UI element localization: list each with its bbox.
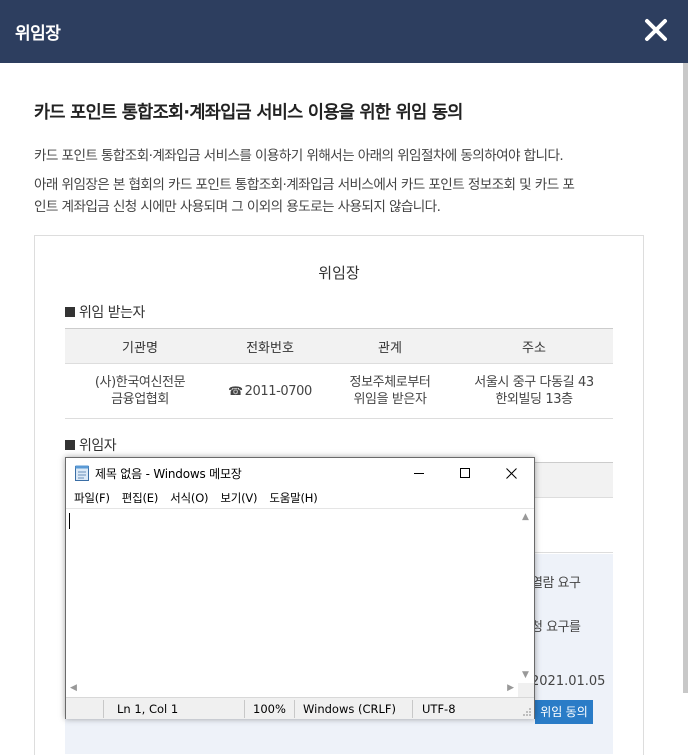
status-separator (103, 700, 104, 718)
close-icon (645, 19, 667, 41)
menu-format[interactable]: 서식(O) (164, 488, 214, 508)
column-relation: 관계 (325, 328, 455, 364)
status-zoom: 100% (253, 702, 286, 716)
close-icon (505, 467, 517, 479)
consent-button[interactable]: 위임 동의 (535, 700, 593, 724)
notepad-menubar: 파일(F) 편집(E) 서식(O) 보기(V) 도움말(H) (66, 488, 534, 508)
minimize-button[interactable] (396, 458, 442, 488)
resize-grip-icon[interactable] (522, 707, 532, 717)
section-delegatee-label: 위임 받는자 (79, 305, 145, 321)
text-caret (69, 513, 70, 529)
address-line2: 한외빌딩 13층 (495, 392, 573, 407)
status-encoding: UTF-8 (422, 702, 456, 716)
table-row: (사)한국여신전문 금융업협회 ☎ 2011-0700 정보주체로부터 위임을 받… (65, 363, 613, 419)
address-line1: 서울시 중구 다동길 43 (474, 375, 594, 390)
table-header-row: 기관명 전화번호 관계 주소 (65, 328, 613, 364)
notepad-close-button[interactable] (488, 458, 534, 488)
modal-header: 위임장 (0, 0, 688, 63)
column-org: 기관명 (65, 328, 215, 364)
status-line-ending: Windows (CRLF) (303, 702, 397, 716)
relation-line1: 정보주체로부터 (349, 375, 431, 390)
status-separator (244, 700, 245, 718)
delegatee-table: 기관명 전화번호 관계 주소 (사)한국여신전문 금융업협회 ☎ 2011-070… (65, 328, 613, 419)
column-phone: 전화번호 (215, 328, 325, 364)
square-bullet-icon (65, 440, 75, 450)
org-line2: 금융업협회 (111, 392, 169, 407)
close-button[interactable] (644, 17, 668, 43)
modal-scrollbar[interactable] (683, 63, 688, 693)
scrollbar-corner (518, 683, 534, 697)
consent-text-2: 청 요구를 (531, 620, 581, 635)
consent-date: 2021.01.05 (531, 674, 606, 689)
page-heading: 카드 포인트 통합조회·계좌입금 서비스 이용을 위한 위임 동의 (34, 103, 463, 123)
section-delegator-label: 위임자 (79, 438, 117, 454)
section-delegator: 위임자 (65, 435, 117, 455)
org-line1: (사)한국여신전문 (94, 375, 186, 390)
horizontal-scrollbar[interactable]: ◀ ▶ (66, 683, 518, 697)
notepad-text-area[interactable]: ▲ ▼ ◀ ▶ (66, 508, 534, 697)
phone-cell: ☎ 2011-0700 (215, 363, 325, 419)
notepad-window[interactable]: 제목 없음 - Windows 메모장 파일(F) 편집(E) 서식(O) 보기… (65, 457, 535, 719)
usage-paragraph: 아래 위임장은 본 협회의 카드 포인트 통합조회·계좌입금 서비스에서 카드 … (34, 174, 575, 218)
address-cell: 서울시 중구 다동길 43 한외빌딩 13층 (455, 363, 613, 419)
section-delegatee: 위임 받는자 (65, 302, 145, 322)
intro-paragraph: 카드 포인트 통합조회·계좌입금 서비스를 이용하기 위해서는 아래의 위임절차… (34, 148, 564, 164)
scroll-down-icon[interactable]: ▼ (522, 670, 529, 680)
menu-view[interactable]: 보기(V) (214, 488, 263, 508)
status-separator (412, 700, 413, 718)
vertical-scrollbar[interactable]: ▲ ▼ (518, 509, 534, 683)
scroll-right-icon[interactable]: ▶ (507, 683, 514, 693)
document-title: 위임장 (318, 264, 360, 282)
notepad-title: 제목 없음 - Windows 메모장 (95, 467, 242, 481)
org-cell: (사)한국여신전문 금융업협회 (65, 363, 215, 419)
usage-paragraph-line2: 인트 계좌입금 신청 시에만 사용되며 그 이외의 용도로는 사용되지 않습니다… (34, 199, 441, 215)
menu-file[interactable]: 파일(F) (68, 488, 116, 508)
maximize-button[interactable] (442, 458, 488, 488)
notepad-statusbar: Ln 1, Col 1 100% Windows (CRLF) UTF-8 (66, 697, 534, 719)
modal-title: 위임장 (15, 24, 61, 44)
phone-icon: ☎ (228, 383, 243, 398)
menu-help[interactable]: 도움말(H) (263, 488, 323, 508)
maximize-icon (460, 468, 470, 478)
notepad-titlebar[interactable]: 제목 없음 - Windows 메모장 (66, 458, 534, 488)
notepad-app-icon (75, 465, 89, 481)
status-separator (294, 700, 295, 718)
usage-paragraph-line1: 아래 위임장은 본 협회의 카드 포인트 통합조회·계좌입금 서비스에서 카드 … (34, 177, 575, 193)
menu-edit[interactable]: 편집(E) (116, 488, 164, 508)
relation-line2: 위임을 받은자 (353, 392, 427, 407)
column-address: 주소 (455, 328, 613, 364)
relation-cell: 정보주체로부터 위임을 받은자 (325, 363, 455, 419)
scroll-left-icon[interactable]: ◀ (70, 683, 77, 693)
status-cursor-position: Ln 1, Col 1 (117, 702, 179, 716)
square-bullet-icon (65, 307, 75, 317)
consent-text-1: 열람 요구 (531, 576, 581, 591)
scroll-up-icon[interactable]: ▲ (522, 512, 529, 522)
phone-number: 2011-0700 (244, 383, 313, 399)
minimize-icon (414, 473, 424, 474)
